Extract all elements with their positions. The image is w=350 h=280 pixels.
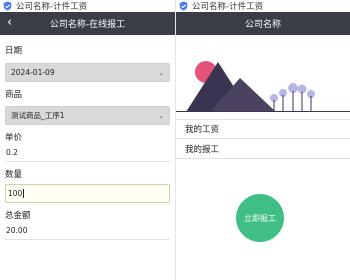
online-report-screen: 公司名称-计件工资 ‹ 公司名称-在线报工 日期 2024-01-09 ⌄ 商品… [0, 0, 175, 280]
quantity-label: 数量 [5, 170, 23, 180]
total-field: 20.00 [5, 221, 170, 240]
back-arrow-icon[interactable]: ‹ [7, 16, 12, 30]
report-now-button[interactable]: 立即报工 [236, 194, 284, 242]
chevron-down-icon: ⌄ [158, 68, 164, 77]
price-field[interactable]: 0.2 [5, 143, 170, 162]
chevron-down-icon: ⌄ [158, 111, 164, 120]
price-value: 0.2 [6, 147, 18, 157]
date-select[interactable]: 2024-01-09 ⌄ [5, 63, 170, 82]
wechat-title-bar: 公司名称-计件工资 [0, 0, 175, 12]
shield-icon [179, 1, 188, 11]
price-label: 单价 [5, 133, 23, 143]
wechat-title-bar: 公司名称-计件工资 [176, 0, 350, 12]
total-value: 20.00 [6, 225, 28, 235]
date-label: 日期 [5, 46, 23, 56]
navbar: 公司名称 [176, 12, 350, 35]
quantity-input[interactable]: 100 [5, 184, 170, 203]
hero-illustration [176, 42, 350, 112]
wechat-title: 公司名称-计件工资 [16, 2, 88, 12]
home-screen: 公司名称-计件工资 公司名称 我的工资 我的报工 立即报工 [175, 0, 350, 280]
page-title: 公司名称 [244, 20, 281, 30]
shield-icon [3, 1, 12, 11]
menu-item-my-salary[interactable]: 我的工资 [176, 119, 350, 139]
mountain-illustration [176, 61, 350, 112]
product-select[interactable]: 测试商品_工序1 ⌄ [5, 106, 170, 125]
menu-item-my-reports[interactable]: 我的报工 [176, 139, 350, 159]
product-value: 测试商品_工序1 [11, 111, 65, 120]
page-title: 公司名称-在线报工 [49, 20, 126, 30]
date-value: 2024-01-09 [11, 68, 55, 77]
total-label: 总金额 [5, 211, 31, 221]
wechat-title: 公司名称-计件工资 [192, 2, 264, 12]
product-label: 商品 [5, 90, 23, 100]
navbar: ‹ 公司名称-在线报工 [0, 12, 175, 35]
quantity-value: 100 [8, 189, 23, 198]
text-caret [23, 189, 25, 198]
